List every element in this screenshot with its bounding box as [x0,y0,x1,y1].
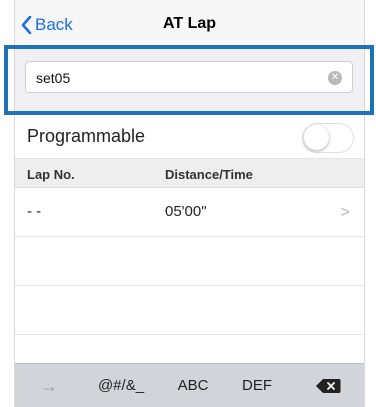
table-header: Lap No. Distance/Time [15,159,364,188]
name-field-area: ✕ [15,49,364,111]
next-arrow-key[interactable]: → [27,364,71,407]
def-key[interactable]: DEF [229,364,285,407]
backspace-icon[interactable] [315,378,341,394]
toggle-knob [304,125,329,150]
navigation-bar: Back AT Lap [15,0,364,49]
table-row[interactable]: - - 05'00" > [15,188,364,237]
column-header-lap: Lap No. [27,167,75,182]
empty-row [15,335,364,362]
keyboard-bar: → @#/&_ ABC DEF [15,363,364,407]
programmable-toggle[interactable] [302,123,354,153]
clear-icon[interactable]: ✕ [328,71,342,85]
abc-key[interactable]: ABC [165,364,221,407]
empty-row [15,286,364,335]
lap-number: - - [27,203,42,220]
empty-row [15,237,364,286]
phone-screen: Back AT Lap ✕ Programmable Lap No. Dista… [14,0,365,407]
column-header-distance-time: Distance/Time [165,167,253,182]
programmable-row: Programmable [15,118,364,159]
name-input[interactable] [36,68,306,88]
chevron-right-icon: > [340,204,350,221]
page-title: AT Lap [162,15,217,32]
name-field-container[interactable]: ✕ [25,61,353,93]
symbols-key[interactable]: @#/&_ [87,364,155,407]
distance-time-value: 05'00" [165,203,207,220]
programmable-label: Programmable [27,126,146,146]
